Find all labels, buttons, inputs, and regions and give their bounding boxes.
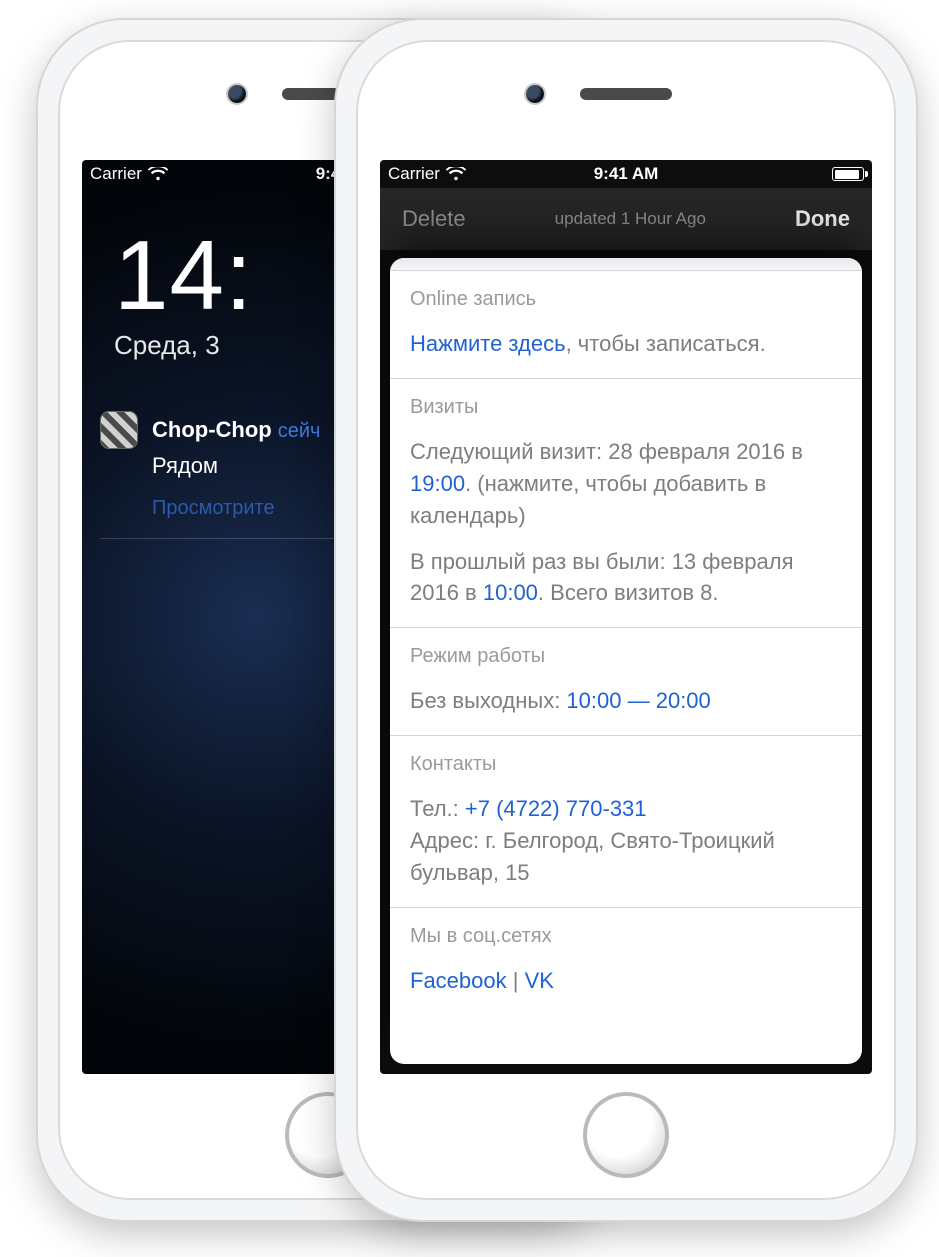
section-social: Мы в соц.сетях Facebook | VK [390,908,862,1037]
hours-pre: Без выходных: [410,688,566,713]
notification-app-name: Chop-Chop [152,417,272,442]
hours-close: 20:00 [656,688,711,713]
facebook-link[interactable]: Facebook [410,968,507,993]
detail-screen: Carrier 9:41 AM Delete updated 1 Hour Ag… [380,160,872,1074]
section-title: Мы в соц.сетях [410,922,842,951]
home-button[interactable] [583,1092,669,1178]
tel-label: Тел.: [410,796,465,821]
camera-dot [228,85,246,103]
camera-dot [526,85,544,103]
notification-time: сейч [278,420,321,442]
hours-open: 10:00 [566,688,621,713]
wifi-icon [446,167,466,181]
carrier-label: Carrier [90,164,142,184]
speaker-grille [580,88,672,100]
note-card: Online запись Нажмите здесь, чтобы запис… [390,258,862,1064]
prev-visit-time-link[interactable]: 10:00 [483,580,538,605]
prev-visit-post: . Всего визитов 8. [538,580,719,605]
section-visits: Визиты Следующий визит: 28 февраля 2016 … [390,379,862,628]
iphone-inner: Carrier 9:41 AM Delete updated 1 Hour Ag… [356,40,896,1200]
wifi-icon [148,167,168,181]
done-button[interactable]: Done [795,206,850,232]
vk-link[interactable]: VK [525,968,554,993]
carrier-label: Carrier [388,164,440,184]
booking-link[interactable]: Нажмите здесь [410,331,566,356]
iphone-frame-right: Carrier 9:41 AM Delete updated 1 Hour Ag… [336,20,916,1220]
status-time: 9:41 AM [594,164,659,184]
delete-button[interactable]: Delete [402,206,466,232]
next-visit-pre: Следующий визит: 28 февраля 2016 в [410,439,803,464]
battery-icon [832,167,864,181]
section-title: Online запись [410,285,842,314]
status-bar: Carrier 9:41 AM [380,160,872,188]
hours-dash: — [621,688,655,713]
updated-label: updated 1 Hour Ago [555,209,706,229]
section-online-booking: Online запись Нажмите здесь, чтобы запис… [390,271,862,379]
section-title: Контакты [410,750,842,779]
next-visit-time-link[interactable]: 19:00 [410,471,465,496]
detail-nav-bar: Delete updated 1 Hour Ago Done [380,188,872,250]
booking-rest: , чтобы записаться. [566,331,766,356]
section-title: Визиты [410,393,842,422]
phone-link[interactable]: +7 (4722) 770-331 [465,796,647,821]
section-hours: Режим работы Без выходных: 10:00 — 20:00 [390,628,862,736]
social-separator: | [507,968,525,993]
section-contacts: Контакты Тел.: +7 (4722) 770-331 Адрес: … [390,736,862,908]
address-text: Адрес: г. Белгород, Свято-Троицкий бульв… [410,825,842,889]
app-icon [100,411,138,449]
section-title: Режим работы [410,642,842,671]
